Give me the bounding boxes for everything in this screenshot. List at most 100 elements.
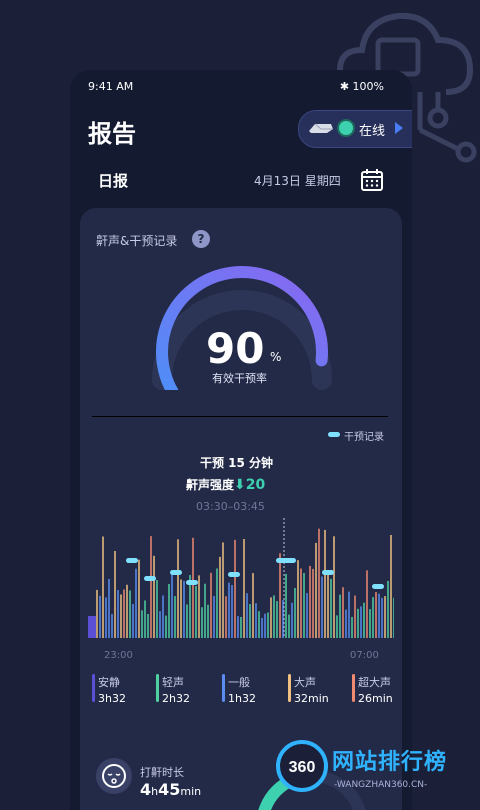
snore-bar — [168, 583, 170, 638]
snore-bar — [183, 580, 185, 638]
snore-bar — [195, 585, 197, 638]
snore-bar — [219, 556, 221, 638]
snore-bar — [117, 589, 119, 638]
snore-bar — [369, 609, 371, 638]
snore-duration-value: 4h45min — [140, 780, 201, 799]
stat-color-bar — [92, 674, 95, 702]
snore-bar — [201, 607, 203, 638]
snore-bar — [165, 615, 167, 638]
snore-bar — [330, 578, 332, 638]
battery-status: ✱ 100% — [339, 80, 384, 93]
snore-bar — [309, 565, 311, 638]
intervention-marker — [276, 558, 296, 563]
snore-bar — [237, 616, 239, 638]
tooltip-intensity-value: 20 — [245, 477, 266, 493]
snore-bar — [351, 616, 353, 638]
snore-bar — [276, 601, 278, 638]
stat-color-bar — [222, 674, 225, 702]
report-date[interactable]: 4月13日 星期四 — [254, 172, 341, 189]
snore-bar — [342, 587, 344, 638]
device-icon — [309, 123, 333, 133]
stat-label: 轻声 — [162, 676, 184, 689]
snore-bar — [303, 573, 305, 638]
snore-bar — [288, 614, 290, 638]
snore-bar — [345, 609, 347, 638]
watermark-text: 网站排行榜 — [332, 750, 448, 775]
snore-bar — [99, 595, 101, 638]
snore-bar — [129, 590, 131, 638]
watermark-subtext: -WANGZHAN360.CN- — [334, 780, 428, 790]
snore-bar — [147, 614, 149, 638]
stat-label: 一般 — [228, 676, 250, 689]
device-status-button[interactable]: 在线 — [298, 110, 412, 148]
snore-bar — [144, 600, 146, 638]
down-arrow-icon: ⬇ — [234, 477, 246, 493]
snore-timeline-chart[interactable] — [88, 518, 394, 644]
watermark-badge-text: 360 — [289, 759, 316, 776]
intervention-legend-label: 干预记录 — [344, 432, 384, 443]
snore-bar — [126, 584, 128, 638]
snore-bar — [162, 595, 164, 638]
snore-bar — [381, 597, 383, 638]
snore-bar — [279, 553, 281, 638]
stat-value: 32min — [294, 692, 329, 705]
snore-bar — [354, 595, 356, 638]
stat-value: 1h32 — [228, 692, 256, 705]
snore-bar — [138, 559, 140, 638]
snore-bar — [192, 537, 194, 638]
snore-bar — [255, 603, 257, 638]
snore-bar — [333, 536, 335, 638]
snore-bar — [210, 572, 212, 638]
stat-color-bar — [156, 674, 159, 702]
snore-bar — [108, 578, 110, 638]
snore-bar — [153, 555, 155, 638]
snore-bar — [216, 568, 218, 638]
snore-bar — [321, 576, 323, 638]
stat-label: 安静 — [98, 676, 120, 689]
snore-bar — [177, 539, 179, 638]
snore-bar — [141, 610, 143, 638]
snore-bar — [207, 604, 209, 638]
snore-bar — [186, 604, 188, 638]
gauge-label: 有效干预率 — [212, 372, 267, 385]
snore-bar — [390, 534, 392, 638]
intervention-marker — [372, 584, 384, 589]
snore-bar — [267, 612, 269, 638]
snore-bar — [327, 570, 329, 638]
online-indicator-icon — [339, 121, 353, 135]
snore-bar — [252, 573, 254, 638]
stat-value: 26min — [358, 692, 393, 705]
snore-bar — [246, 593, 248, 638]
snore-bar — [159, 611, 161, 638]
snore-bar — [225, 596, 227, 638]
snore-level-stats: 安静 3h32 轻声 2h32 一般 1h32 大声 32min 超大声 26min — [92, 674, 398, 710]
gauge-value: 90 — [206, 324, 265, 373]
snore-bar — [363, 602, 365, 638]
watermark: 360 网站排行榜 -WANGZHAN360.CN- — [272, 736, 480, 800]
status-bar: 9:41 AM ✱ 100% — [88, 80, 384, 96]
snore-bar — [384, 596, 386, 638]
snore-bar — [102, 536, 104, 638]
snore-bar — [123, 589, 125, 638]
report-type-label: 日报 — [98, 172, 129, 190]
calendar-icon[interactable] — [360, 168, 384, 192]
snore-bar — [156, 580, 158, 638]
intervention-marker — [322, 570, 334, 575]
snore-bar — [348, 591, 350, 638]
stat-label: 超大声 — [358, 676, 391, 689]
snore-bar — [300, 568, 302, 638]
snore-bar — [306, 593, 308, 638]
snore-bar — [261, 617, 263, 638]
snore-bar — [222, 542, 224, 638]
intervention-marker — [126, 558, 138, 563]
stat-value: 2h32 — [162, 692, 190, 705]
snore-minutes-unit: min — [180, 785, 202, 798]
snore-bar — [258, 611, 260, 638]
snore-bar — [291, 602, 293, 638]
help-icon[interactable]: ? — [192, 230, 210, 248]
snore-bar — [366, 570, 368, 638]
intervention-marker — [144, 576, 156, 581]
stat-light: 轻声 2h32 — [156, 674, 190, 705]
snore-bar — [360, 606, 362, 638]
stat-color-bar — [352, 674, 355, 702]
